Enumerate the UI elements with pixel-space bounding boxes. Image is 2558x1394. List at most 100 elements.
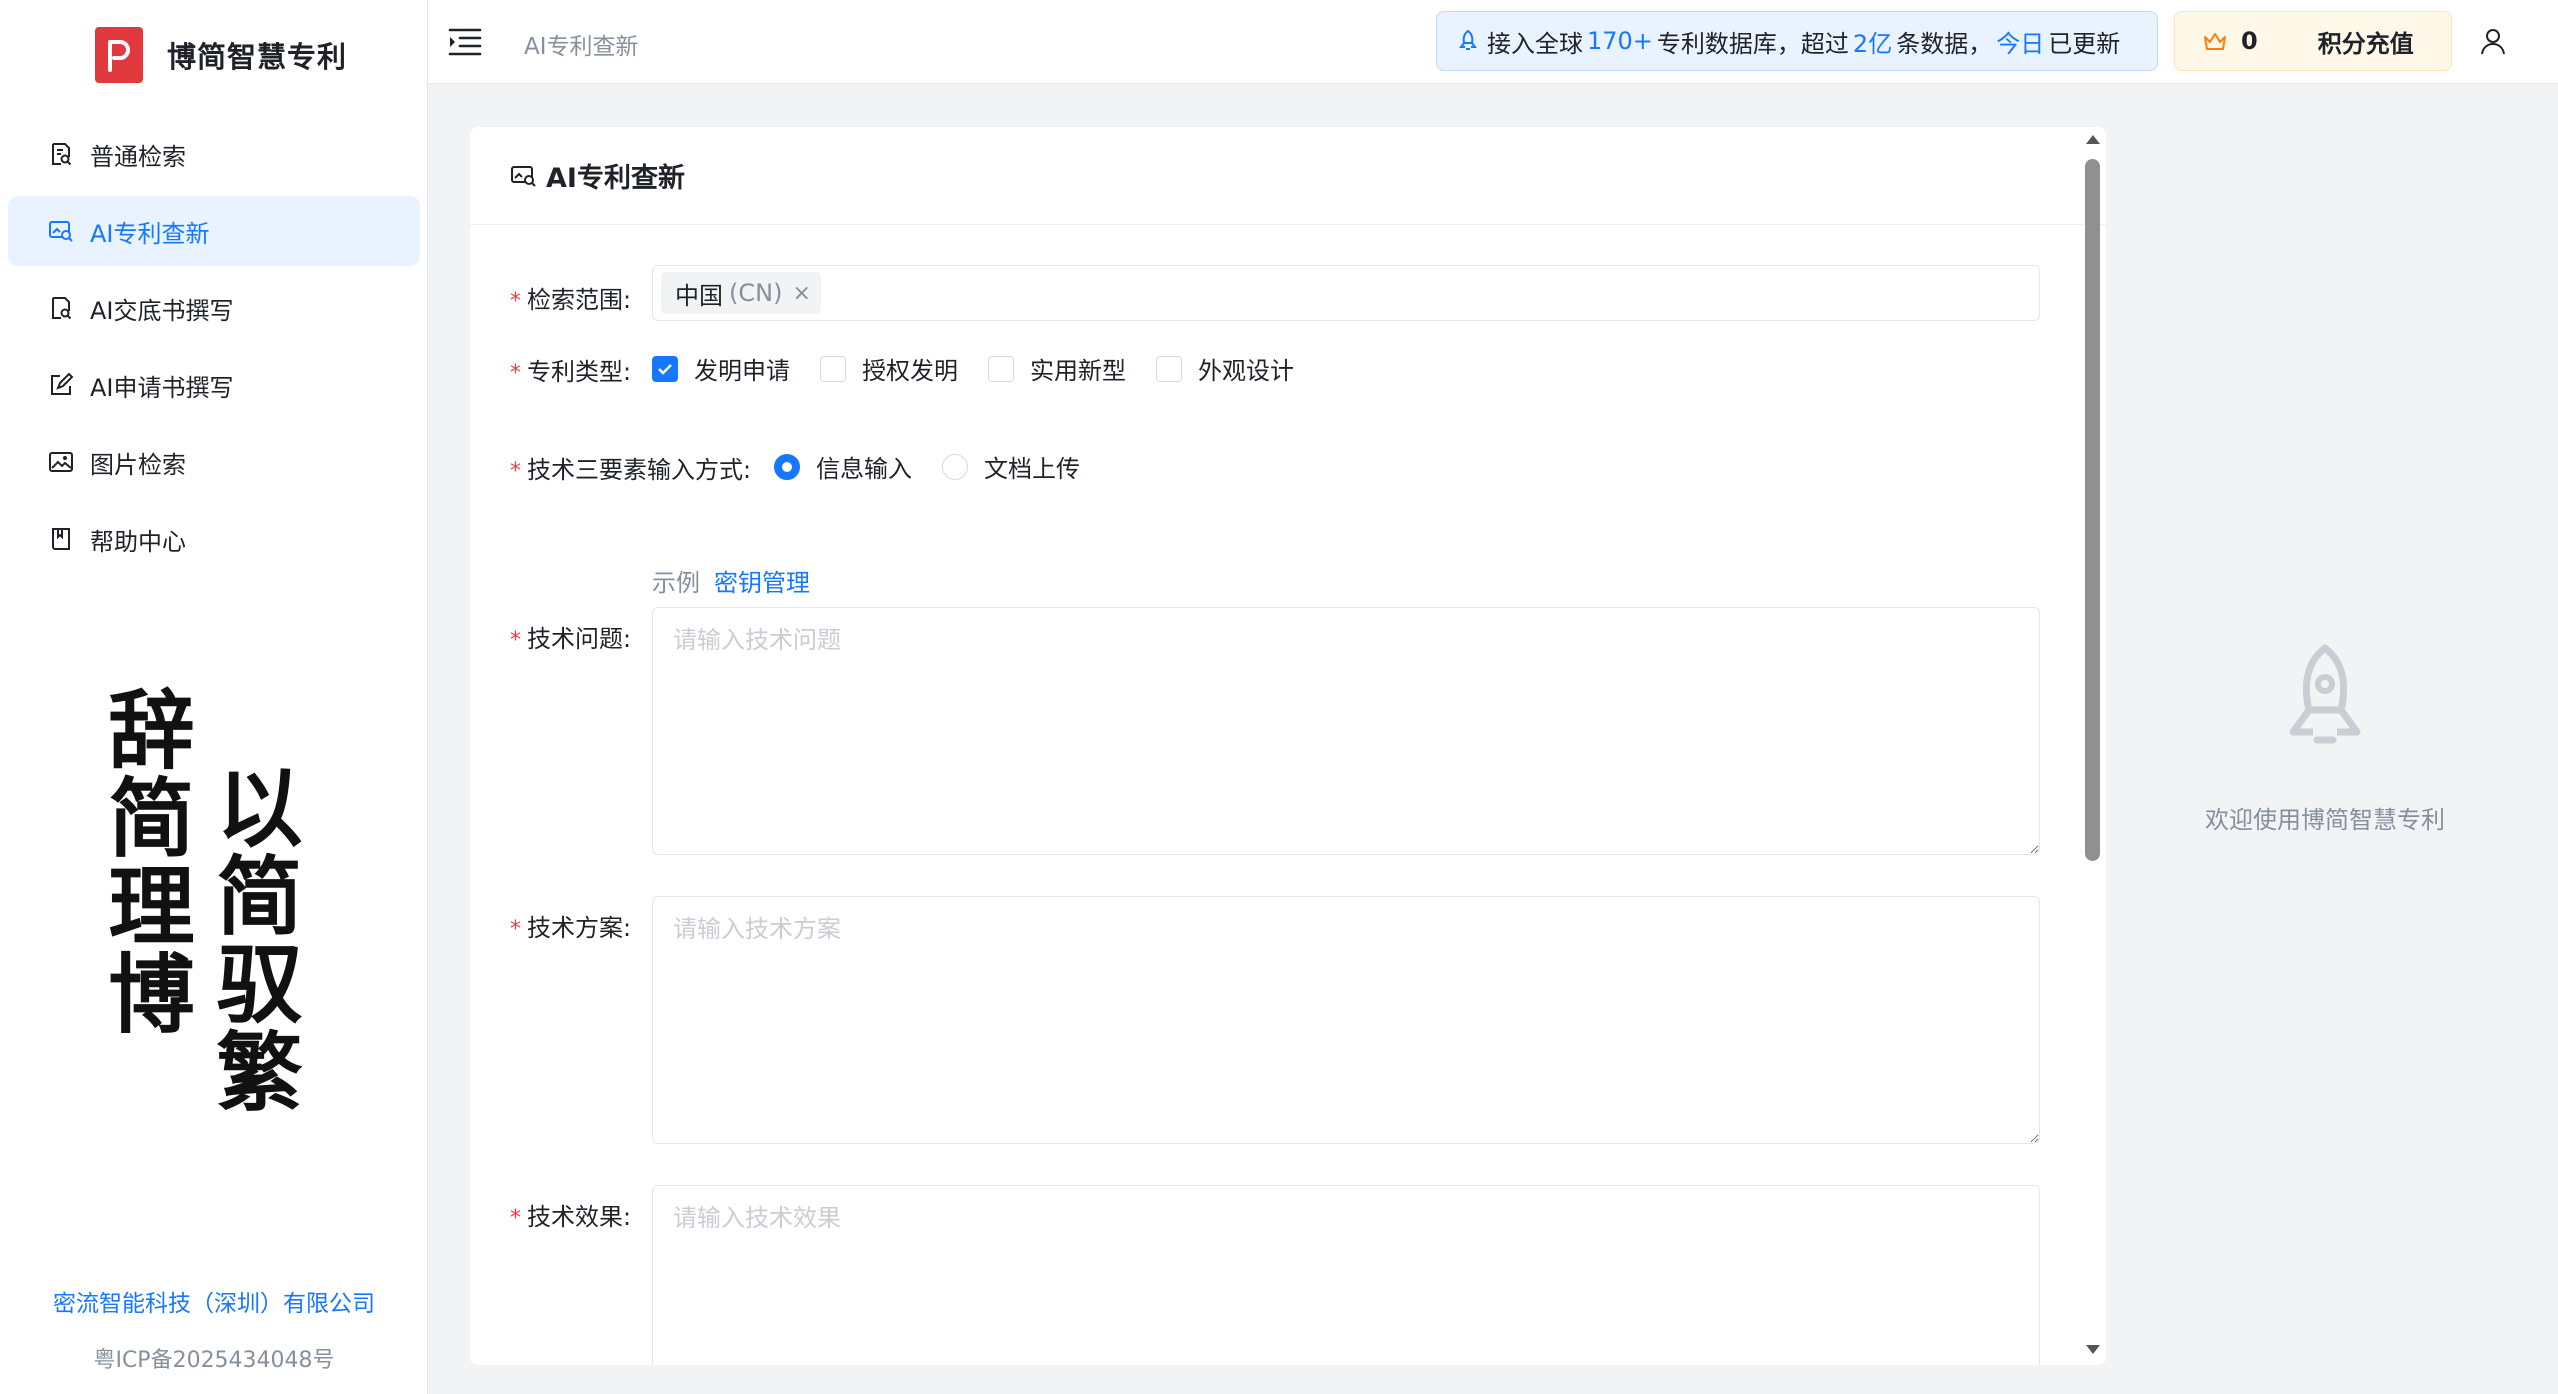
scroll-thumb[interactable] [2085,159,2100,861]
brand-name: 博简智慧专利 [167,40,348,74]
notice-text-3: 条数据， [1896,29,1993,58]
calligraphy-art: 辞简理博 以简驭繁 [93,685,330,1175]
scope-tag-cn: 中国 (CN) × [661,272,821,314]
required-mark: * [510,459,521,484]
tech-effect-textarea[interactable] [652,1185,2040,1365]
scope-tag-label: 中国 [675,281,723,310]
checkbox-checked-icon[interactable] [652,355,678,382]
top-header: AI专利查新 接入全球 170+ 专利数据库，超过 2亿 条数据， 今日 已更新… [428,0,2558,84]
required-mark: * [510,289,521,314]
data-update-notice: 接入全球 170+ 专利数据库，超过 2亿 条数据， 今日 已更新 [1436,11,2158,71]
input-mode-option-upload[interactable]: 文档上传 [942,449,1080,484]
sidebar-item-label: 普通检索 [90,142,186,171]
option-label: 文档上传 [984,455,1080,483]
tech-problem-label: * 技术问题: [510,619,631,654]
company-link[interactable]: 密流智能科技（深圳）有限公司 [0,1284,428,1318]
sidebar: 博简智慧专利 普通检索 AI专利查新 AI交底书撰写 AI申请书撰写 图片检索 … [0,0,428,1394]
option-label: 发明申请 [694,357,790,385]
input-mode-group: 信息输入 文档上传 [774,449,1110,484]
points-value: 0 [2241,27,2258,55]
notice-db-count: 170+ [1587,27,1653,55]
tag-close-icon[interactable]: × [792,281,810,306]
menu-toggle-icon[interactable] [448,26,482,58]
card-scrollbar[interactable] [2078,127,2106,1365]
sidebar-item-application[interactable]: AI申请书撰写 [8,350,420,420]
rocket-icon [2289,644,2361,744]
sidebar-item-label: AI申请书撰写 [90,373,234,402]
patent-type-option-invention-app[interactable]: 发明申请 [652,351,790,386]
notice-today: 今日 [1996,29,2045,58]
tech-effect-label: * 技术效果: [510,1197,631,1232]
image-search-icon [510,163,538,189]
tech-problem-label-text: 技术问题: [527,625,632,653]
tech-effect-label-text: 技术效果: [527,1203,632,1231]
points-box: 0 积分充值 [2174,11,2452,71]
rocket-small-icon [1457,29,1479,53]
picture-icon [48,449,74,475]
option-label: 实用新型 [1030,357,1126,385]
search-doc-icon [48,141,74,167]
card-title: AI专利查新 [546,163,685,194]
checkbox-icon[interactable] [1156,355,1182,382]
notice-text-4: 已更新 [2048,29,2121,58]
calligraphy-left-text: 辞简理博 [93,685,194,1037]
example-link[interactable]: 示例 [652,563,700,598]
tech-solution-label-text: 技术方案: [527,914,632,942]
doc-search-icon [48,295,74,321]
sidebar-item-basic-search[interactable]: 普通检索 [8,119,420,189]
notice-record-count: 2亿 [1852,29,1893,58]
icp-record[interactable]: 粤ICP备2025434048号 [0,1342,428,1374]
radio-icon[interactable] [942,453,968,480]
input-mode-label-text: 技术三要素输入方式: [527,456,752,484]
patent-type-label-text: 专利类型: [527,358,632,386]
tech-problem-textarea[interactable] [652,607,2040,855]
patent-type-label: * 专利类型: [510,352,631,387]
sidebar-item-ai-novelty[interactable]: AI专利查新 [8,196,420,266]
crown-icon [2203,31,2227,51]
sidebar-item-label: 图片检索 [90,450,186,479]
required-mark: * [510,628,521,653]
sidebar-item-label: AI交底书撰写 [90,296,234,325]
sidebar-item-disclosure[interactable]: AI交底书撰写 [8,273,420,343]
patent-type-option-granted[interactable]: 授权发明 [820,351,958,386]
image-search-icon [48,218,74,244]
tech-solution-textarea[interactable] [652,896,2040,1144]
card-header: AI专利查新 [470,127,2106,225]
sidebar-item-help[interactable]: 帮助中心 [8,504,420,574]
input-mode-label: * 技术三要素输入方式: [510,450,751,485]
app-root: 博简智慧专利 普通检索 AI专利查新 AI交底书撰写 AI申请书撰写 图片检索 … [0,0,2558,1394]
calligraphy-right-text: 以简驭繁 [201,763,302,1115]
scroll-down-arrow-icon[interactable] [2086,1345,2100,1354]
checkbox-icon[interactable] [820,355,846,382]
radio-checked-icon[interactable] [774,453,800,480]
option-label: 信息输入 [816,455,912,483]
recharge-button[interactable]: 积分充值 [2318,24,2414,59]
scope-label: * 检索范围: [510,280,631,315]
sidebar-item-image-search[interactable]: 图片检索 [8,427,420,497]
breadcrumb: AI专利查新 [524,34,639,60]
search-scope-select[interactable]: 中国 (CN) × [652,265,2040,321]
scroll-up-arrow-icon[interactable] [2086,135,2100,144]
option-label: 授权发明 [862,357,958,385]
key-manage-link[interactable]: 密钥管理 [714,563,810,598]
required-mark: * [510,361,521,386]
brand-logo-icon [95,27,143,83]
novelty-search-card: AI专利查新 * 检索范围: 中国 (CN) × * 专利类型: 发明申请 授权… [470,127,2106,1365]
patent-type-option-design[interactable]: 外观设计 [1156,351,1294,386]
notice-text-2: 专利数据库，超过 [1656,29,1849,58]
brand[interactable]: 博简智慧专利 [95,27,347,83]
required-mark: * [510,917,521,942]
scope-label-text: 检索范围: [527,286,632,314]
sidebar-item-label: AI专利查新 [90,219,210,248]
welcome-panel: 欢迎使用博简智慧专利 [2130,640,2520,835]
sidebar-nav: 普通检索 AI专利查新 AI交底书撰写 AI申请书撰写 图片检索 帮助中心 [8,119,420,581]
user-icon[interactable] [2480,28,2506,56]
option-label: 外观设计 [1198,357,1294,385]
patent-type-option-utility[interactable]: 实用新型 [988,351,1126,386]
input-mode-option-info[interactable]: 信息输入 [774,449,912,484]
tech-solution-label: * 技术方案: [510,908,631,943]
book-icon [48,526,74,552]
required-mark: * [510,1206,521,1231]
helper-links: 示例 密钥管理 [652,563,810,598]
checkbox-icon[interactable] [988,355,1014,382]
